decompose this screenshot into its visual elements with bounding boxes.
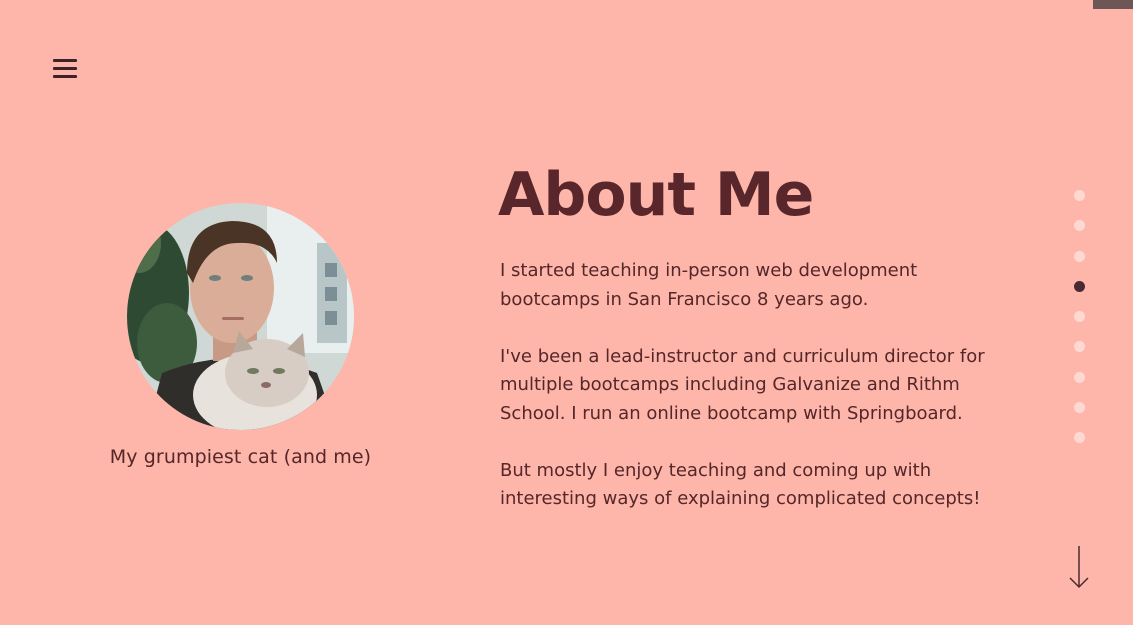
arrow-down-icon[interactable] (1068, 545, 1090, 590)
page-title: About Me (498, 160, 814, 230)
pagination-dot[interactable] (1074, 220, 1085, 232)
bio-paragraph: I started teaching in-person web develop… (500, 260, 918, 310)
pagination-dot[interactable] (1074, 371, 1085, 383)
pagination-dot[interactable] (1074, 432, 1085, 444)
corner-tab (1093, 0, 1133, 9)
pagination-dot[interactable] (1074, 190, 1085, 201)
bio-paragraph: But mostly I enjoy teaching and coming u… (500, 459, 981, 510)
profile-photo (127, 203, 354, 430)
pagination-dot-active[interactable] (1074, 280, 1085, 292)
pagination-dot[interactable] (1074, 311, 1085, 323)
section-pagination (1074, 190, 1086, 463)
pagination-dot[interactable] (1074, 402, 1085, 414)
pagination-dot[interactable] (1074, 250, 1085, 262)
photo-caption: My grumpiest cat (and me) (109, 446, 372, 468)
bio-paragraph: I've been a lead-instructor and curricul… (500, 345, 985, 424)
bio-text: I started teaching in-person web develop… (500, 257, 1020, 542)
hamburger-menu-icon[interactable] (53, 57, 77, 81)
pagination-dot[interactable] (1074, 341, 1085, 353)
